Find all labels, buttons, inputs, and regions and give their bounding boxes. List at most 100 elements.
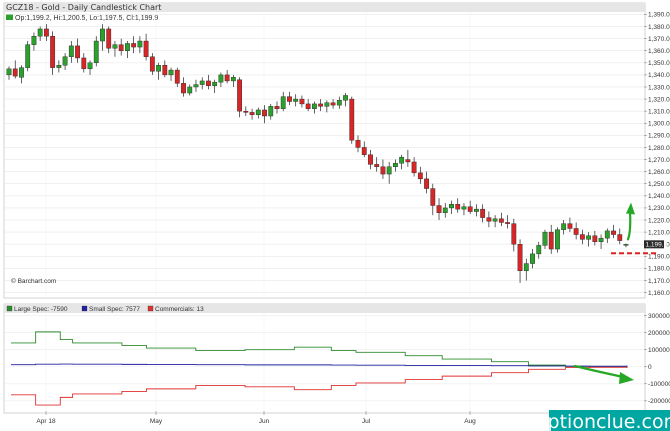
candle-body [318,103,324,107]
candle-body [480,208,486,218]
candle-body [623,244,629,246]
candle-body [280,96,286,109]
candle-body [93,40,99,63]
candle-body [355,139,361,148]
candle-body [187,86,193,94]
candle-body [467,206,473,212]
candle-body [555,229,560,250]
price-tick-label: 1,160.0 [648,290,670,297]
candle-body [517,244,523,272]
candle-body [598,237,604,242]
candle-body [548,231,554,250]
candle-body [424,178,429,189]
candle-body [156,65,161,72]
cot-legend-swatch [147,305,154,312]
cot-tick-label: 0 [648,364,652,371]
price-tick-label: 1,290.0 [648,133,670,140]
candle-body [56,65,62,68]
price-tick-label: 1,330.0 [648,84,670,91]
candle-body [436,205,442,213]
candle-body [380,166,386,175]
ohlc-readout: Op:1,199.2, Hi:1,200.5, Lo:1,197.5, Cl:1… [15,15,158,22]
x-tick-label: Aug [464,418,476,425]
candle-body [343,95,348,101]
candle-body [287,96,292,102]
candle-body [6,68,12,76]
candle-body [75,45,80,59]
credit-label: © Barchart.com [11,277,56,285]
candle-body [417,172,423,180]
price-tick-label: 1,370.0 [648,36,670,43]
candle-body [249,112,255,115]
price-tick-label: 1,260.0 [648,169,670,176]
candle-body [536,245,542,255]
price-tick-label: 1,180.0 [648,266,670,273]
price-tick-label: 1,170.0 [648,278,670,285]
candle-body [149,56,155,72]
price-tick-label: 1,230.0 [648,205,670,212]
candle-body [212,81,218,86]
candle-body [461,206,467,210]
price-tick-label: 1,310.0 [648,108,670,115]
price-tick-label: 1,350.0 [648,60,670,67]
price-tick-label: 1,360.0 [648,48,670,55]
candle-body [268,106,274,117]
candle-body [262,109,267,117]
candle-body [199,80,205,85]
price-tick-label: 1,250.0 [648,181,670,188]
cot-legend: Large Spec: -7590 Small Spec: 7577 Commerc… [6,305,204,313]
candle-body [374,164,380,168]
candle-body [293,98,299,102]
cot-tick-label: -100000 [648,381,670,388]
ohlc-swatch [6,14,13,20]
candle-body [511,223,517,245]
candle-body [68,45,74,57]
price-tick-label: 1,270.0 [648,157,670,164]
price-tick-label: 1,300.0 [648,121,670,128]
candle-body [592,235,598,242]
candle-body [137,40,143,48]
candle-body [112,44,118,49]
candle-body [87,62,93,70]
cot-legend-label: Commercials: 13 [155,306,204,313]
x-tick-label: Apr 18 [36,418,56,425]
candle-body [206,80,211,86]
candle-body [305,103,311,109]
candle-body [505,222,510,224]
candle-body [393,162,398,168]
cot-legend-swatch [81,305,88,312]
candle-body [143,40,149,57]
cot-legend-swatch [6,305,13,312]
price-tick-label: 1,390.0 [648,12,670,19]
candle-body [131,43,137,48]
x-tick-label: May [150,418,163,425]
price-tick-label: 1,190.0 [648,254,670,261]
candle-body [274,106,280,109]
price-panel-frame [3,2,646,299]
candle-body [455,204,461,210]
candle-body [237,79,242,112]
candle-body [162,65,168,76]
candle-body [349,98,355,141]
candle-body [324,102,330,107]
cot-tick-label: 300000 [648,313,670,320]
candle-body [561,223,567,230]
cot-tick-label: -200000 [648,398,670,405]
candle-body [255,109,261,115]
candle-body [106,28,112,49]
price-tick-label: 1,240.0 [648,193,670,200]
candle-body [125,43,130,51]
candle-body [368,154,373,165]
candle-body [386,166,392,175]
candle-body [492,218,498,222]
price-tick-label: 1,340.0 [648,72,670,79]
x-tick-label: Jul [362,418,371,425]
candle-body [31,35,37,45]
candle-body [230,77,236,82]
chart-canvas: GCZ18 - Gold - Daily Candlestick Chart O… [3,2,670,431]
price-tick-label: 1,220.0 [648,217,670,224]
candle-body [604,230,610,239]
candle-body [43,28,49,37]
candle-body [299,98,305,105]
candle-body [586,235,592,240]
